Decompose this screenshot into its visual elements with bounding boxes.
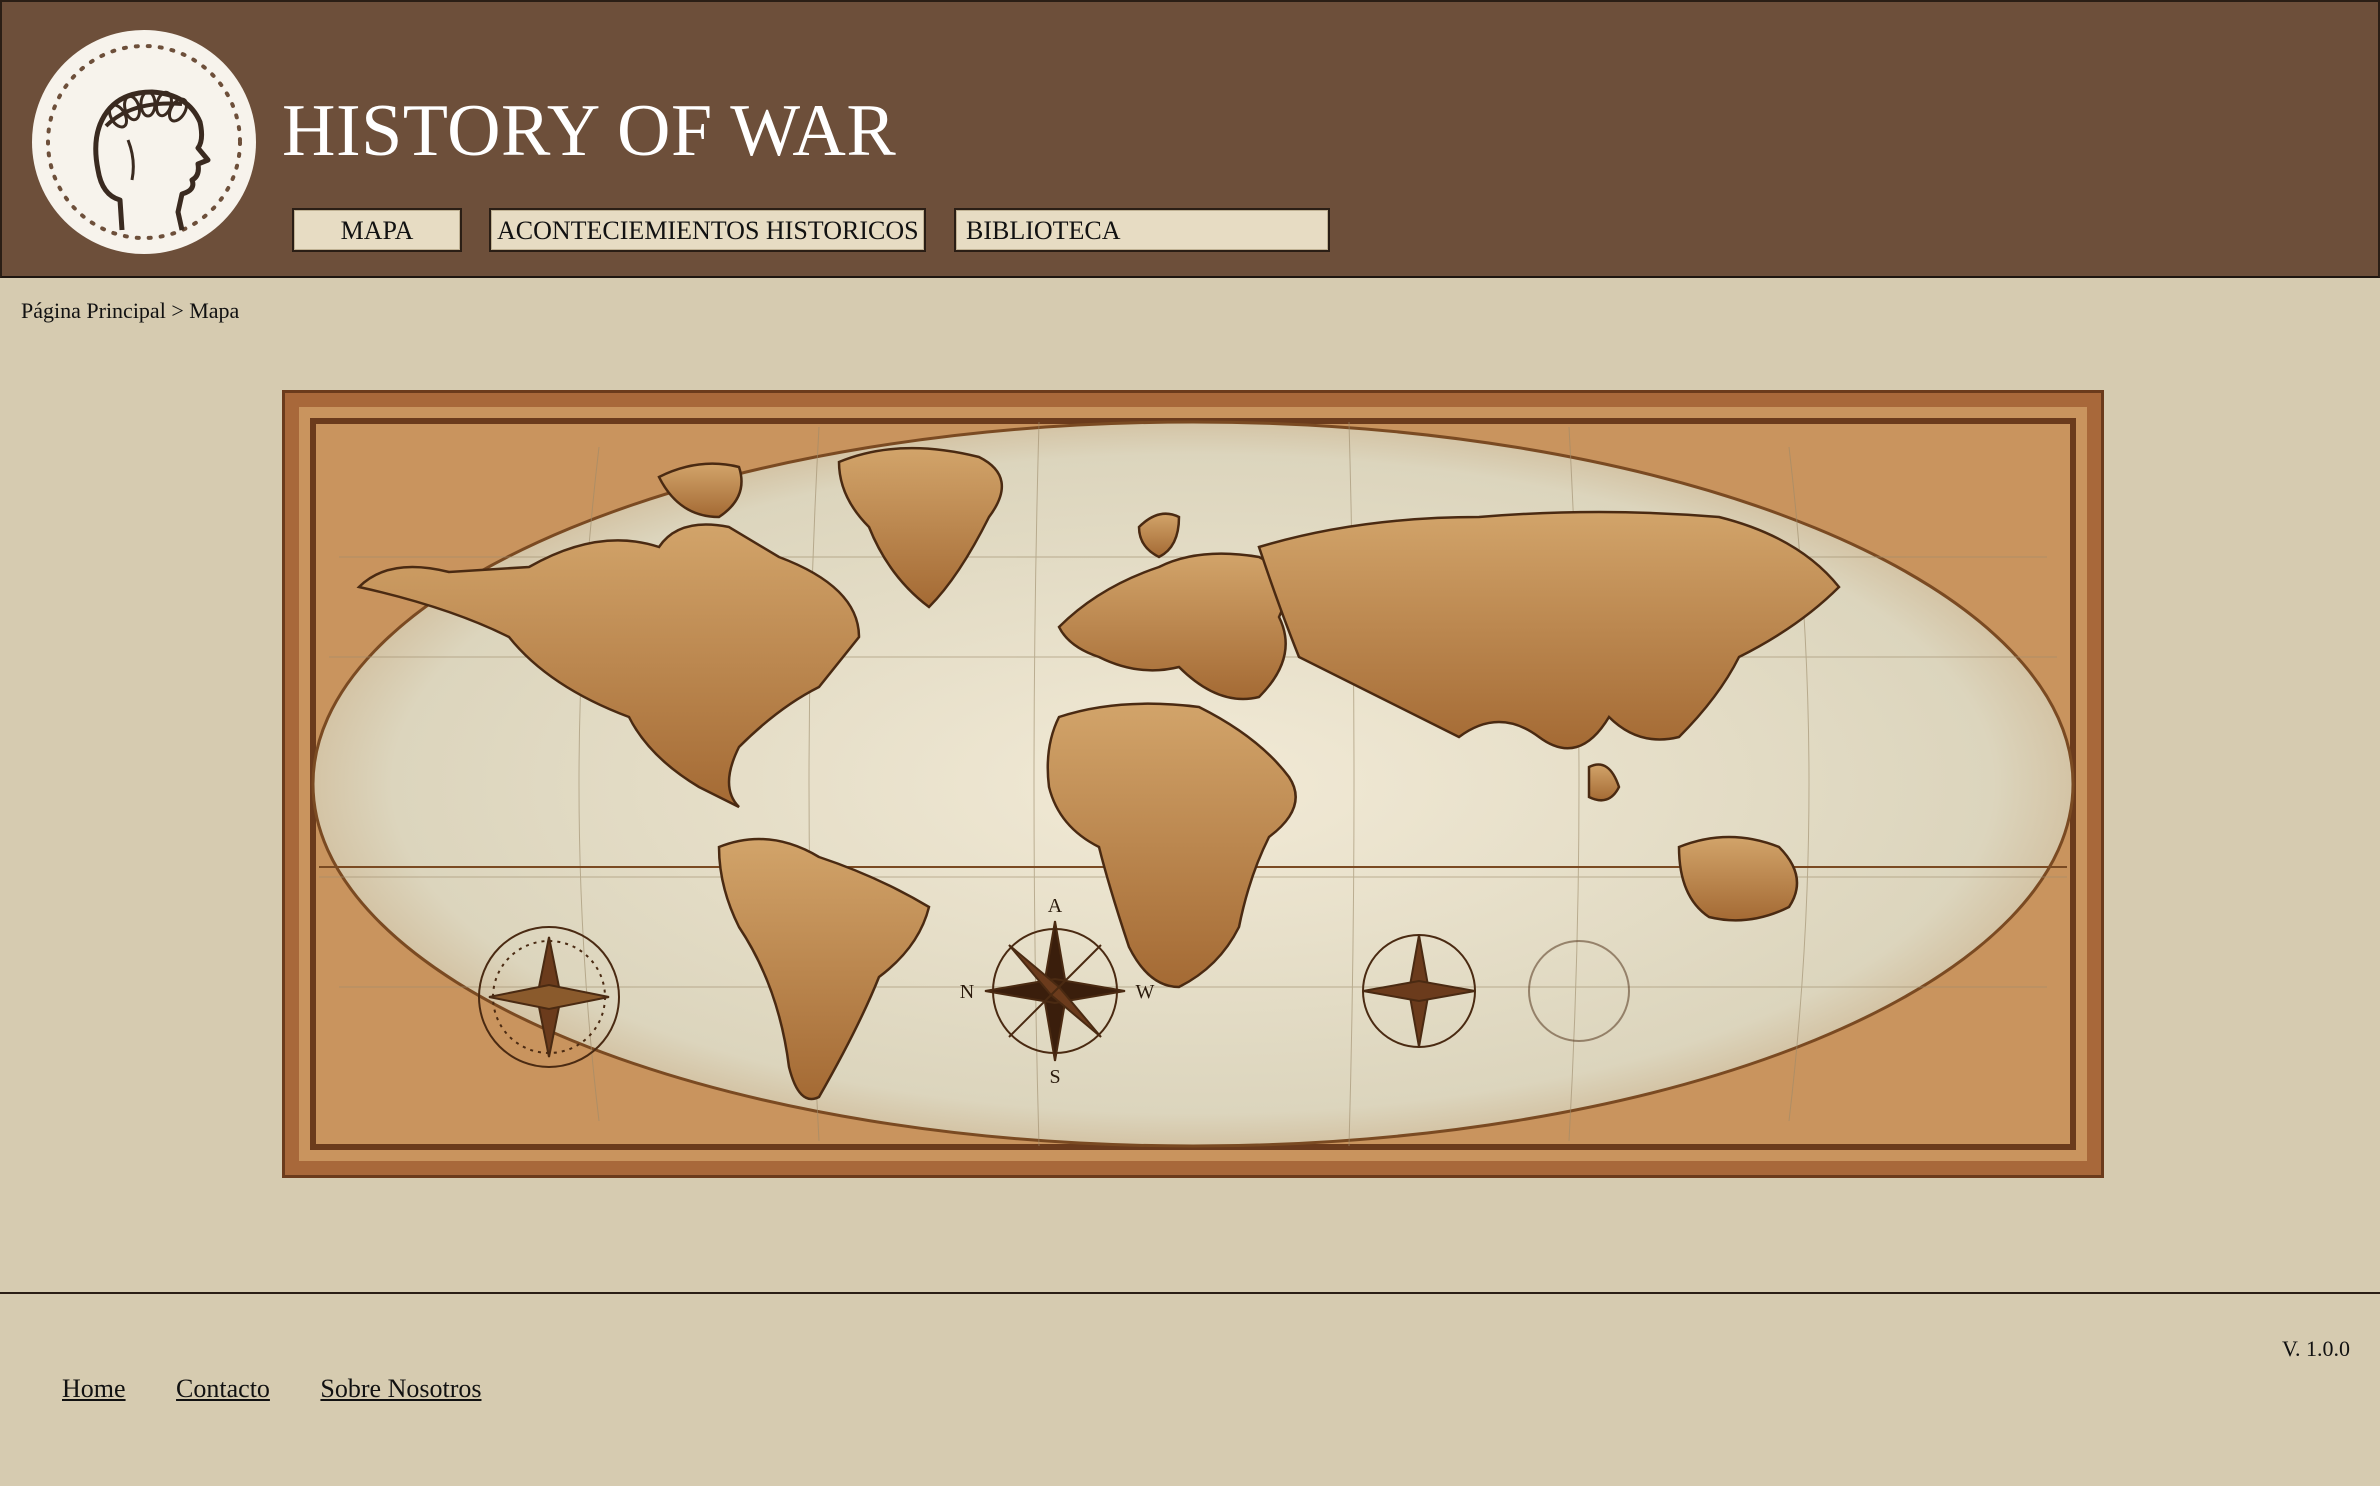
nav-button-mapa[interactable]: MAPA	[292, 208, 462, 252]
breadcrumb-current: Mapa	[189, 298, 240, 323]
compass-letter-north: N	[960, 981, 974, 1003]
footer-link-home[interactable]: Home	[62, 1374, 126, 1403]
vintage-world-map-icon: A S N W	[299, 407, 2087, 1161]
site-title: HISTORY OF WAR	[282, 90, 897, 172]
breadcrumb-home[interactable]: Página Principal	[21, 298, 166, 323]
nav-button-biblioteca[interactable]: BIBLIOTECA	[954, 208, 1330, 252]
compass-letter-east: A	[1048, 895, 1063, 917]
compass-letter-west: W	[1136, 981, 1155, 1003]
world-map[interactable]: A S N W	[282, 390, 2104, 1178]
footer-divider	[0, 1292, 2380, 1294]
site-header: HISTORY OF WAR MAPA ACONTECIEMIENTOS HIS…	[0, 0, 2380, 278]
compass-letter-south: S	[1049, 1066, 1060, 1088]
breadcrumb: Página Principal > Mapa	[21, 298, 239, 324]
footer-link-contacto[interactable]: Contacto	[176, 1374, 270, 1403]
breadcrumb-separator: >	[171, 298, 184, 323]
version-label: V. 1.0.0	[2281, 1336, 2350, 1361]
logo-icon[interactable]	[32, 30, 256, 254]
footer-nav: Home Contacto Sobre Nosotros	[62, 1374, 525, 1404]
footer-link-sobre-nosotros[interactable]: Sobre Nosotros	[320, 1374, 481, 1403]
roman-head-icon	[46, 44, 242, 240]
nav-button-acontecimientos[interactable]: ACONTECIEMIENTOS HISTORICOS	[489, 208, 926, 252]
